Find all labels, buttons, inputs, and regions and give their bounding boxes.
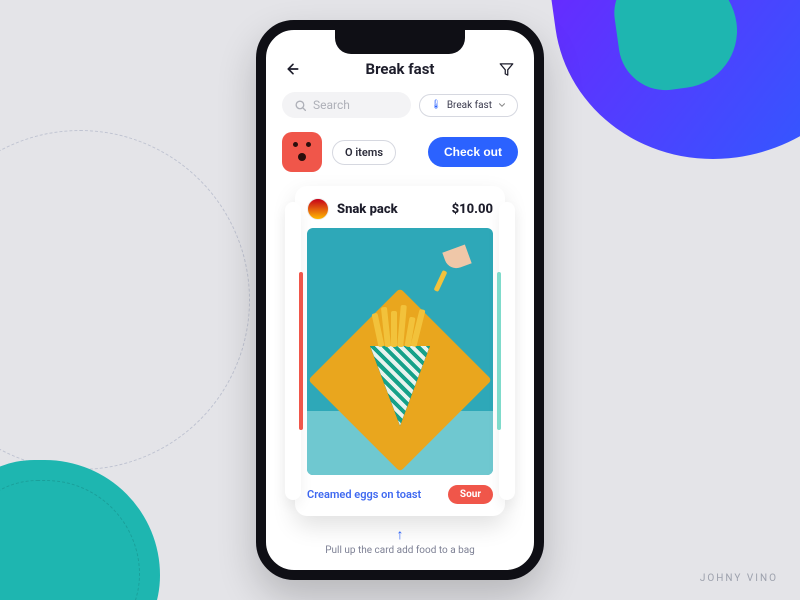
product-subtitle: Creamed eggs on toast	[307, 488, 421, 501]
search-placeholder: Search	[313, 98, 350, 112]
card-header: Snak pack $10.00	[307, 198, 493, 220]
filter-button[interactable]	[496, 58, 518, 80]
cart-items-count: O items	[332, 140, 396, 165]
food-carousel[interactable]: Snak pack $10.00 Creamed eggs on toast	[282, 186, 518, 516]
prev-card-peek[interactable]	[285, 202, 301, 500]
card-footer: Creamed eggs on toast Sour	[307, 485, 493, 504]
filter-icon	[499, 62, 514, 77]
search-input[interactable]: Search	[282, 92, 411, 118]
category-pill-label: Break fast	[447, 100, 492, 111]
brand-icon	[307, 198, 329, 220]
decorative-blob-top-right	[546, 0, 800, 180]
food-card[interactable]: Snak pack $10.00 Creamed eggs on toast	[295, 186, 505, 516]
chevron-down-icon	[497, 100, 507, 110]
checkout-button[interactable]: Check out	[428, 137, 518, 167]
pull-hint-text: Pull up the card add food to a bag	[282, 545, 518, 556]
page-title: Break fast	[366, 60, 435, 78]
category-pill[interactable]: 🌡 Break fast	[419, 94, 518, 117]
phone-notch	[335, 30, 465, 54]
app-header: Break fast	[282, 58, 518, 80]
bag-icon[interactable]	[282, 132, 322, 172]
app-screen: Break fast Search 🌡 Break fast O items C…	[266, 30, 534, 570]
product-image	[307, 228, 493, 475]
phone-mockup: Break fast Search 🌡 Break fast O items C…	[256, 20, 544, 580]
pull-hint: ↑ Pull up the card add food to a bag	[282, 526, 518, 556]
decorative-dashed-circle	[0, 130, 250, 470]
next-card-peek[interactable]	[499, 202, 515, 500]
arrow-left-icon	[285, 61, 301, 77]
bag-row: O items Check out	[282, 132, 518, 172]
flavor-tag: Sour	[448, 485, 493, 504]
product-name: Snak pack	[337, 202, 398, 217]
search-icon	[294, 99, 307, 112]
thermometer-icon: 🌡	[430, 100, 441, 110]
back-button[interactable]	[282, 58, 304, 80]
product-price: $10.00	[452, 202, 493, 217]
search-row: Search 🌡 Break fast	[282, 92, 518, 118]
arrow-up-icon: ↑	[282, 526, 518, 543]
decorative-blob-bottom-left	[0, 460, 160, 600]
credit-text: JOHNY VINO	[700, 573, 778, 584]
